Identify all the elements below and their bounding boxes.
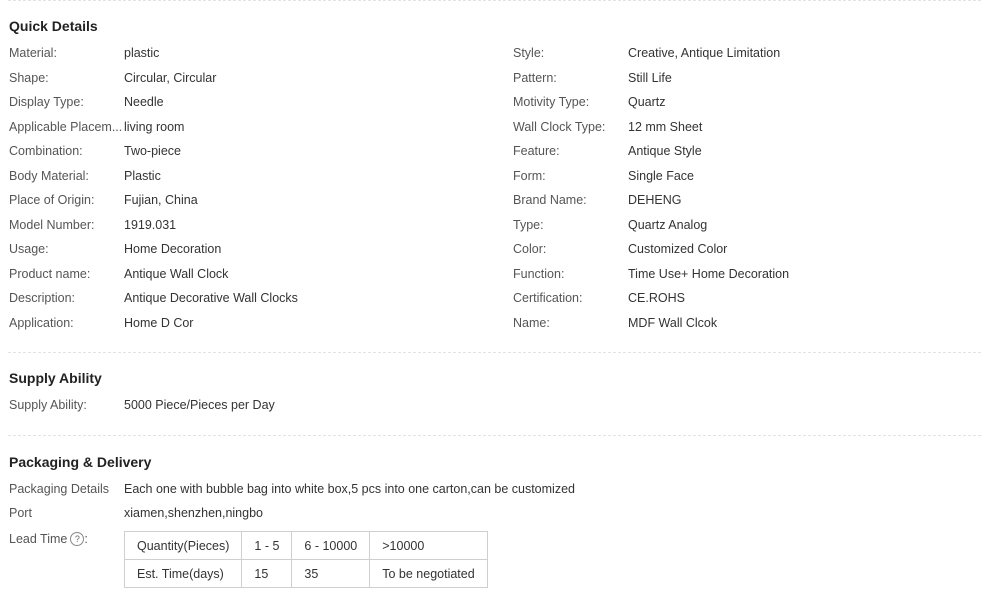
detail-label: Combination: bbox=[9, 144, 83, 158]
detail-label: Function: bbox=[513, 266, 565, 281]
detail-label: Style: bbox=[513, 46, 545, 60]
detail-label: Form: bbox=[513, 168, 546, 183]
detail-value: Antique Decorative Wall Clocks bbox=[124, 291, 298, 305]
detail-value: Antique Wall Clock bbox=[124, 266, 229, 281]
detail-value: MDF Wall Clcok bbox=[628, 315, 718, 330]
detail-label: Name: bbox=[513, 315, 550, 330]
detail-label: Type: bbox=[513, 217, 544, 232]
lead-table-row: Quantity(Pieces) 1 - 56 - 10000 >10000 bbox=[123, 531, 488, 560]
detail-label: Description: bbox=[9, 291, 75, 305]
detail-label: Material: bbox=[9, 46, 57, 60]
detail-label: Certification: bbox=[513, 291, 583, 305]
detail-value: DEHENG bbox=[628, 193, 682, 207]
supply-ability-value: 5000 Piece/Pieces per Day bbox=[124, 398, 275, 412]
lead-time-colon: : bbox=[84, 532, 88, 546]
detail-value: 12 mm Sheet bbox=[628, 119, 703, 134]
detail-value: Home Decoration bbox=[124, 242, 222, 256]
detail-value: Fujian, China bbox=[124, 193, 198, 207]
detail-label: Display Type: bbox=[9, 95, 84, 109]
detail-value: 1919.031 bbox=[124, 217, 177, 232]
lead-table-cell: 1 - 5 bbox=[241, 531, 293, 560]
detail-label: Color: bbox=[513, 242, 547, 256]
detail-label: Applicable Placem... bbox=[9, 119, 123, 134]
lead-table-cell: Est. Time(days) bbox=[123, 559, 243, 588]
detail-value: Two-piece bbox=[124, 144, 181, 158]
supply-ability-title: Supply Ability bbox=[9, 370, 102, 386]
detail-label: Product name: bbox=[9, 266, 91, 281]
quick-details-title: Quick Details bbox=[9, 18, 98, 34]
detail-label: Motivity Type: bbox=[513, 95, 590, 109]
detail-value: Time Use+ Home Decoration bbox=[628, 266, 790, 281]
detail-label: Wall Clock Type: bbox=[513, 119, 606, 134]
port-label: Port bbox=[9, 506, 32, 520]
lead-table-cell: 35 bbox=[291, 559, 371, 588]
detail-value: Quartz bbox=[628, 95, 666, 109]
detail-label: Application: bbox=[9, 315, 74, 330]
section-divider bbox=[8, 435, 981, 436]
lead-time-label: Lead Time?: bbox=[9, 530, 123, 548]
packaging-details-value: Each one with bubble bag into white box,… bbox=[124, 482, 575, 496]
detail-value: Customized Color bbox=[628, 242, 728, 256]
detail-value: Single Face bbox=[628, 168, 695, 183]
detail-label: Shape: bbox=[9, 70, 49, 85]
lead-table-cell: >10000 bbox=[369, 531, 488, 560]
detail-value: Still Life bbox=[628, 70, 672, 85]
detail-value: Home D Cor bbox=[124, 315, 194, 330]
detail-label: Feature: bbox=[513, 144, 560, 158]
port-value: xiamen,shenzhen,ningbo bbox=[124, 506, 263, 520]
detail-value: Circular, Circular bbox=[124, 70, 217, 85]
section-divider bbox=[8, 352, 981, 353]
detail-value: Quartz Analog bbox=[628, 217, 708, 232]
lead-table-cell: Quantity(Pieces) bbox=[123, 531, 243, 560]
packaging-delivery-title: Packaging & Delivery bbox=[9, 454, 152, 470]
supply-ability-label: Supply Ability: bbox=[9, 398, 87, 412]
packaging-details-label: Packaging Details bbox=[9, 482, 110, 496]
lead-table-cell: 15 bbox=[241, 559, 293, 588]
lead-table-row: Est. Time(days) 15 35 To be negotiated bbox=[123, 559, 488, 588]
help-icon[interactable]: ? bbox=[70, 532, 85, 546]
lead-time-label-text: Lead Time bbox=[9, 532, 68, 546]
detail-label: Place of Origin: bbox=[9, 193, 95, 207]
detail-label: Usage: bbox=[9, 242, 49, 256]
detail-label: Brand Name: bbox=[513, 193, 587, 207]
lead-table-cell: 6 - 10000 bbox=[291, 531, 371, 560]
lead-time-table: Quantity(Pieces) 1 - 56 - 10000 >10000 Est.… bbox=[123, 531, 488, 588]
detail-value: Needle bbox=[124, 95, 164, 109]
top-divider bbox=[8, 0, 981, 1]
detail-value: Creative, Antique Limitation bbox=[628, 46, 781, 60]
detail-label: Pattern: bbox=[513, 70, 557, 85]
lead-table-cell: To be negotiated bbox=[369, 559, 488, 588]
detail-value: living room bbox=[124, 119, 185, 134]
detail-label: Body Material: bbox=[9, 168, 89, 183]
detail-value: plastic bbox=[124, 46, 160, 60]
detail-value: Plastic bbox=[124, 168, 161, 183]
detail-label: Model Number: bbox=[9, 217, 95, 232]
detail-value: CE.ROHS bbox=[628, 291, 685, 305]
detail-value: Antique Style bbox=[628, 144, 702, 158]
